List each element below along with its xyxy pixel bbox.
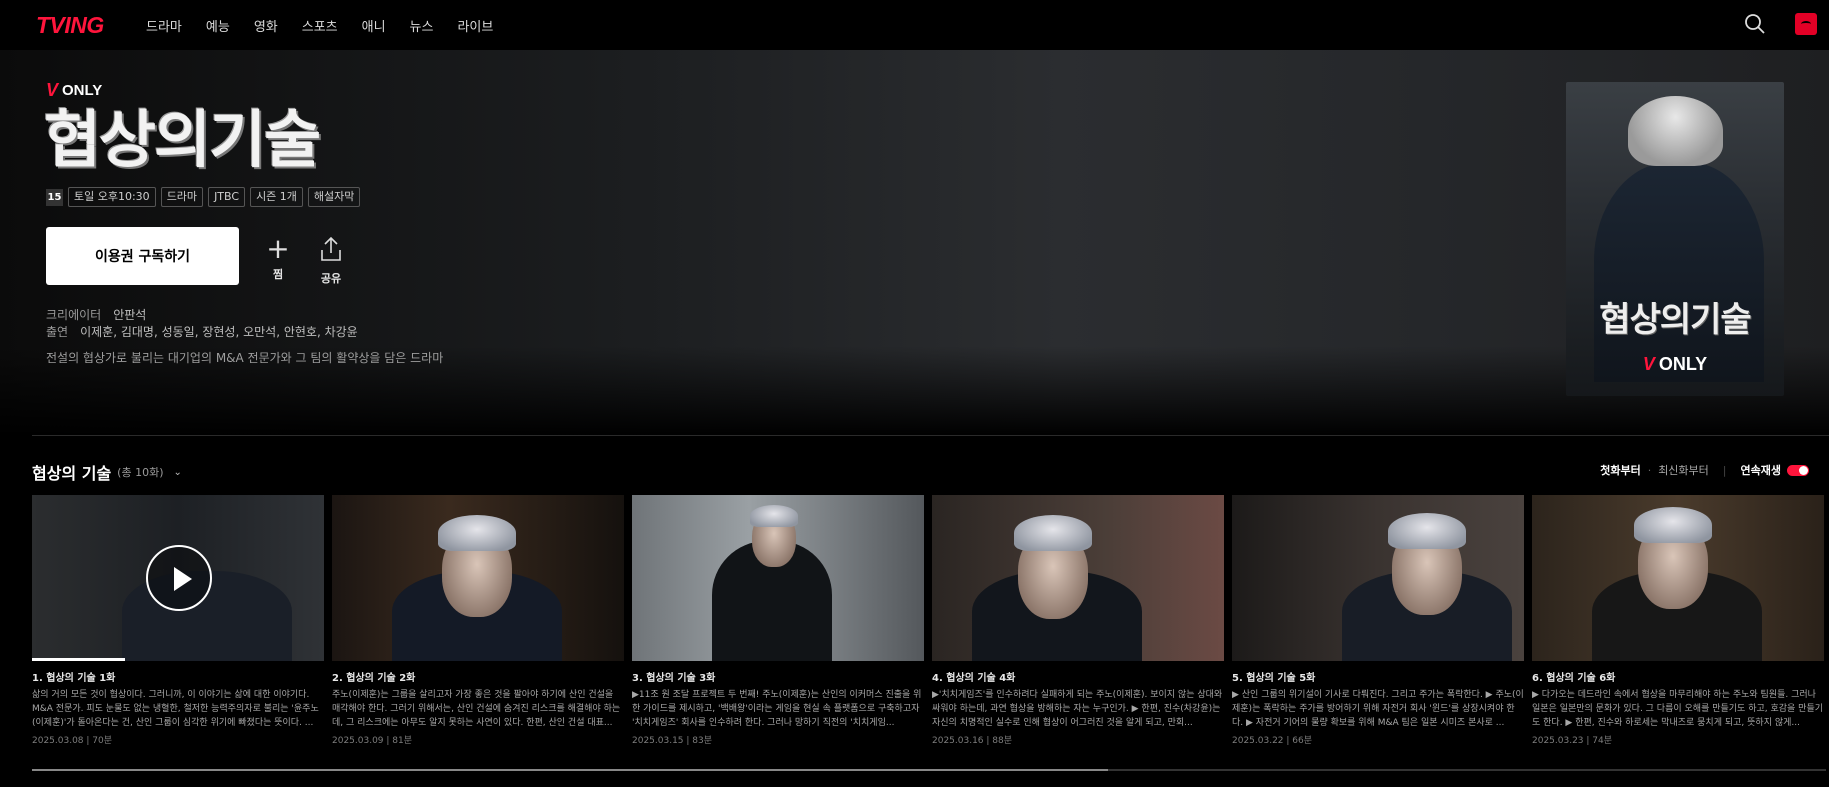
- wish-button[interactable]: + 찜: [260, 232, 296, 282]
- cast-line: 출연 이제훈, 김대명, 성동일, 장현성, 오만석, 안현호, 차강윤: [46, 323, 358, 340]
- show-poster: 협상의기술 V ONLY: [1566, 82, 1784, 396]
- only-label: ONLY: [62, 82, 103, 99]
- episode-title: 6. 협상의 기술 6화: [1532, 673, 1616, 684]
- episode-sort-controls: 첫화부터 · 최신화부터 | 연속재생: [1600, 462, 1809, 478]
- thumb-hair: [1634, 507, 1712, 543]
- search-icon[interactable]: [1743, 12, 1767, 36]
- sort-latest-button[interactable]: 최신화부터: [1658, 462, 1709, 478]
- episode-card[interactable]: 4. 협상의 기술 4화 ▶'치치게임즈'를 인수하려다 실패하게 되는 주노(…: [932, 495, 1224, 746]
- show-meta: 15 토일 오후10:30 드라마 JTBC 시즌 1개 해설자막: [46, 187, 361, 207]
- autoplay-label: 연속재생: [1740, 464, 1781, 477]
- episode-description: 주노(이제훈)는 그룹을 살리고자 가장 좋은 것을 팔아야 하기에 산인 건설…: [332, 690, 621, 728]
- poster-only-badge: V ONLY: [1566, 354, 1784, 375]
- creator-key: 크리에이터: [46, 308, 102, 322]
- autoplay-toggle[interactable]: [1787, 464, 1809, 476]
- chevron-down-icon[interactable]: ⌄: [174, 467, 182, 478]
- play-icon[interactable]: [146, 545, 212, 611]
- menu-item-variety[interactable]: 예능: [206, 16, 230, 35]
- poster-head: [1628, 96, 1723, 166]
- tving-logo[interactable]: TVING: [36, 12, 146, 39]
- episode-description: ▶'치치게임즈'를 인수하려다 실패하게 되는 주노(이제훈). 보이지 않는 …: [932, 690, 1223, 728]
- episode-title: 2. 협상의 기술 2화: [332, 673, 416, 684]
- sort-separator: ·: [1647, 463, 1652, 477]
- cast-key: 출연: [46, 325, 69, 339]
- menu-item-drama[interactable]: 드라마: [146, 16, 182, 35]
- divider: [32, 435, 1829, 436]
- thumb-hair: [750, 505, 798, 527]
- creator-value: 안판석: [113, 308, 147, 322]
- episode-date: 2025.03.15 | 83분: [632, 736, 713, 746]
- sort-divider: |: [1722, 463, 1727, 477]
- menu-item-movie[interactable]: 영화: [254, 16, 278, 35]
- episode-card[interactable]: 3. 협상의 기술 3화 ▶11조 원 조달 프로젝트 두 번째! 주노(이제훈…: [632, 495, 924, 746]
- thumb-hair: [438, 515, 516, 551]
- main-menu: 드라마 예능 영화 스포츠 애니 뉴스 라이브: [146, 16, 517, 35]
- episode-date: 2025.03.16 | 88분: [932, 736, 1013, 746]
- episode-thumbnail[interactable]: [632, 495, 924, 661]
- plus-icon: +: [266, 232, 290, 265]
- subscribe-button[interactable]: 이용권 구독하기: [46, 227, 239, 285]
- episode-date: 2025.03.08 | 70분: [32, 736, 113, 746]
- episode-header[interactable]: 협상의 기술 (총 10화) ⌄: [32, 460, 182, 484]
- show-synopsis: 전설의 협상가로 불리는 대기업의 M&A 전문가와 그 팀의 활약상을 담은 …: [46, 351, 444, 365]
- episode-title: 1. 협상의 기술 1화: [32, 673, 116, 684]
- episode-card[interactable]: 2. 협상의 기술 2화 주노(이제훈)는 그룹을 살리고자 가장 좋은 것을 …: [332, 495, 624, 746]
- creator-line: 크리에이터 안판석: [46, 306, 146, 323]
- thumb-hair: [1388, 513, 1466, 549]
- nav-right: [1743, 12, 1817, 36]
- menu-item-sports[interactable]: 스포츠: [302, 16, 338, 35]
- share-label: 공유: [320, 272, 342, 285]
- episode-card[interactable]: 6. 협상의 기술 6화 ▶ 다가오는 데드라인 속에서 협상을 마무리해야 하…: [1532, 495, 1824, 746]
- wish-label: 찜: [272, 268, 284, 281]
- tving-mark-icon: V: [46, 80, 59, 100]
- tag-subtitle: 해설자막: [307, 187, 361, 207]
- episode-title: 5. 협상의 기술 5화: [1232, 673, 1316, 684]
- share-button[interactable]: 공유: [313, 236, 349, 286]
- poster-only-label: ONLY: [1658, 354, 1708, 374]
- tag-airtime: 토일 오후10:30: [68, 187, 156, 207]
- tag-genre: 드라마: [160, 187, 204, 207]
- episode-section-title: 협상의 기술: [32, 464, 112, 483]
- cast-value: 이제훈, 김대명, 성동일, 장현성, 오만석, 안현호, 차강윤: [80, 325, 358, 339]
- episode-thumbnail[interactable]: [332, 495, 624, 661]
- episode-thumbnail[interactable]: [1532, 495, 1824, 661]
- episode-list: 1. 협상의 기술 1화 삶의 거의 모든 것이 협상이다. 그러니까, 이 이…: [32, 495, 1824, 746]
- episode-thumbnail[interactable]: [932, 495, 1224, 661]
- episode-thumbnail[interactable]: [1232, 495, 1524, 661]
- episode-description: 삶의 거의 모든 것이 협상이다. 그러니까, 이 이야기는 삶에 대한 이야기…: [32, 690, 319, 728]
- top-nav: TVING 드라마 예능 영화 스포츠 애니 뉴스 라이브: [0, 0, 1829, 50]
- episode-thumbnail[interactable]: [32, 495, 324, 661]
- episode-date: 2025.03.09 | 81분: [332, 736, 413, 746]
- menu-item-anime[interactable]: 애니: [362, 16, 386, 35]
- page: TVING 드라마 예능 영화 스포츠 애니 뉴스 라이브 V ONLY 협상의…: [0, 0, 1829, 787]
- episode-description: ▶ 산인 그룹의 위기설이 기사로 다뤄진다. 그리고 주가는 폭락한다. ▶ …: [1232, 690, 1524, 728]
- share-icon: [321, 236, 341, 261]
- sort-first-button[interactable]: 첫화부터: [1600, 462, 1640, 478]
- episode-scrollbar-thumb[interactable]: [32, 769, 1108, 771]
- tving-only-badge: V ONLY: [46, 80, 102, 101]
- poster-figure: [1594, 162, 1764, 382]
- episode-card[interactable]: 5. 협상의 기술 5화 ▶ 산인 그룹의 위기설이 기사로 다뤄진다. 그리고…: [1232, 495, 1524, 746]
- tag-season: 시즌 1개: [250, 187, 303, 207]
- age-rating-badge: 15: [46, 188, 63, 206]
- menu-item-news[interactable]: 뉴스: [410, 16, 434, 35]
- episode-card[interactable]: 1. 협상의 기술 1화 삶의 거의 모든 것이 협상이다. 그러니까, 이 이…: [32, 495, 324, 746]
- episode-count: (총 10화): [117, 466, 164, 479]
- thumb-hair: [1014, 515, 1092, 551]
- episode-date: 2025.03.23 | 74분: [1532, 736, 1613, 746]
- episode-date: 2025.03.22 | 66분: [1232, 736, 1313, 746]
- episode-description: ▶11조 원 조달 프로젝트 두 번째! 주노(이제훈)는 산인의 이커머스 진…: [632, 690, 922, 728]
- episode-description: ▶ 다가오는 데드라인 속에서 협상을 마무리해야 하는 주노와 팀원들. 그러…: [1532, 690, 1824, 728]
- poster-title: 협상의기술: [1599, 300, 1751, 340]
- show-title: 협상의기술: [44, 103, 321, 176]
- menu-item-live[interactable]: 라이브: [457, 16, 493, 35]
- tag-channel: JTBC: [208, 187, 246, 207]
- poster-mark-icon: V: [1642, 354, 1655, 374]
- episode-title: 4. 협상의 기술 4화: [932, 673, 1016, 684]
- watch-progress: [32, 658, 126, 661]
- profile-icon[interactable]: [1795, 13, 1817, 35]
- episode-title: 3. 협상의 기술 3화: [632, 673, 716, 684]
